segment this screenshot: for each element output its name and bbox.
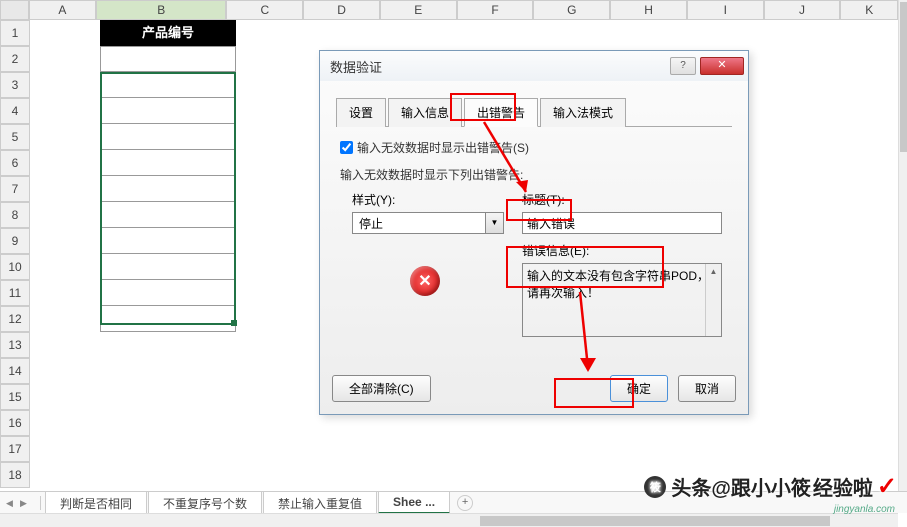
cell[interactable] [100, 98, 236, 124]
clear-all-button[interactable]: 全部清除(C) [332, 375, 431, 402]
cancel-button[interactable]: 取消 [678, 375, 736, 402]
row-header[interactable]: 15 [0, 384, 30, 410]
tab-input-message[interactable]: 输入信息 [388, 98, 462, 127]
title-input[interactable] [522, 212, 722, 234]
style-label: 样式(Y): [352, 191, 504, 208]
row-header[interactable]: 3 [0, 72, 30, 98]
col-header-G[interactable]: G [533, 0, 610, 20]
sheet-tab[interactable]: 不重复序号个数 [148, 491, 262, 515]
col-header-K[interactable]: K [840, 0, 898, 20]
col-header-C[interactable]: C [226, 0, 303, 20]
dialog-titlebar[interactable]: 数据验证 ? ✕ [320, 51, 748, 81]
cell[interactable] [100, 228, 236, 254]
col-header-E[interactable]: E [380, 0, 457, 20]
cell[interactable] [100, 176, 236, 202]
row-header[interactable]: 17 [0, 436, 30, 462]
col-header-F[interactable]: F [457, 0, 534, 20]
cell[interactable] [100, 72, 236, 98]
row-header[interactable]: 14 [0, 358, 30, 384]
cell[interactable] [100, 306, 236, 332]
data-validation-dialog: 数据验证 ? ✕ 设置 输入信息 出错警告 输入法模式 输入无效数据时显示出错警… [319, 50, 749, 415]
watermark-url: jingyanla.com [834, 504, 895, 515]
sheet-tab[interactable]: 禁止输入重复值 [263, 491, 377, 515]
avatar-icon: 筱 [644, 476, 666, 498]
select-all-corner[interactable] [0, 0, 29, 20]
show-alert-checkbox[interactable] [340, 141, 353, 154]
row-headers: 1 2 3 4 5 6 7 8 9 10 11 12 13 14 15 16 1… [0, 20, 30, 488]
cell[interactable] [100, 150, 236, 176]
row-header[interactable]: 5 [0, 124, 30, 150]
close-button[interactable]: ✕ [700, 57, 744, 75]
col-header-D[interactable]: D [303, 0, 380, 20]
watermark: 筱 头条@跟小小筱 经验啦 ✓ [644, 472, 897, 501]
cell[interactable] [100, 280, 236, 306]
horizontal-scrollbar[interactable] [0, 513, 898, 527]
row-header[interactable]: 18 [0, 462, 30, 488]
tab-error-alert[interactable]: 出错警告 [464, 98, 538, 127]
table-header: 产品编号 [100, 20, 236, 46]
row-header[interactable]: 4 [0, 98, 30, 124]
row-header[interactable]: 8 [0, 202, 30, 228]
col-header-B[interactable]: B [96, 0, 226, 20]
scroll-up-icon[interactable]: ▲ [706, 264, 721, 280]
message-label: 错误信息(E): [522, 242, 722, 259]
dialog-tabs: 设置 输入信息 出错警告 输入法模式 [336, 97, 732, 127]
col-header-J[interactable]: J [764, 0, 841, 20]
row-header[interactable]: 7 [0, 176, 30, 202]
row-header[interactable]: 1 [0, 20, 30, 46]
row-header[interactable]: 6 [0, 150, 30, 176]
row-header[interactable]: 12 [0, 306, 30, 332]
row-header[interactable]: 2 [0, 46, 30, 72]
message-text: 输入的文本没有包含字符串POD，请再次输入！ [527, 269, 709, 300]
sheet-tab-active[interactable]: Shee ... [378, 491, 450, 514]
checkbox-label: 输入无效数据时显示出错警告(S) [357, 139, 529, 156]
cell[interactable] [100, 124, 236, 150]
style-select[interactable] [352, 212, 486, 234]
watermark-suffix: 经验啦 [813, 472, 873, 501]
cell[interactable] [100, 202, 236, 228]
divider [40, 496, 41, 510]
ok-button[interactable]: 确定 [610, 375, 668, 402]
message-textarea[interactable]: 输入的文本没有包含字符串POD，请再次输入！ ▲ [522, 263, 722, 337]
product-table [100, 46, 236, 332]
row-header[interactable]: 13 [0, 332, 30, 358]
row-header[interactable]: 16 [0, 410, 30, 436]
section-label: 输入无效数据时显示下列出错警告: [340, 166, 728, 183]
tab-nav: ◀ ▶ [0, 498, 36, 508]
column-headers: A B C D E F G H I J K [0, 0, 898, 20]
add-sheet-button[interactable]: + [457, 495, 473, 511]
row-header[interactable]: 11 [0, 280, 30, 306]
cell[interactable] [100, 46, 236, 72]
textarea-scrollbar[interactable]: ▲ [705, 264, 721, 336]
help-button[interactable]: ? [670, 57, 696, 75]
watermark-text: 头条@跟小小筱 [671, 472, 811, 501]
dropdown-icon[interactable]: ▼ [486, 212, 504, 234]
cell[interactable] [100, 254, 236, 280]
nav-prev-icon[interactable]: ◀ [6, 498, 16, 508]
tab-ime-mode[interactable]: 输入法模式 [540, 98, 626, 127]
title-label: 标题(T): [522, 191, 722, 208]
col-header-H[interactable]: H [610, 0, 687, 20]
row-header[interactable]: 9 [0, 228, 30, 254]
nav-next-icon[interactable]: ▶ [20, 498, 30, 508]
vertical-scrollbar[interactable] [898, 0, 907, 497]
col-header-A[interactable]: A [29, 0, 96, 20]
col-header-I[interactable]: I [687, 0, 764, 20]
dialog-title: 数据验证 [330, 57, 382, 76]
check-icon: ✓ [877, 472, 897, 501]
error-icon: ✕ [410, 266, 440, 296]
sheet-tab[interactable]: 判断是否相同 [45, 491, 147, 515]
tab-settings[interactable]: 设置 [336, 98, 386, 127]
row-header[interactable]: 10 [0, 254, 30, 280]
